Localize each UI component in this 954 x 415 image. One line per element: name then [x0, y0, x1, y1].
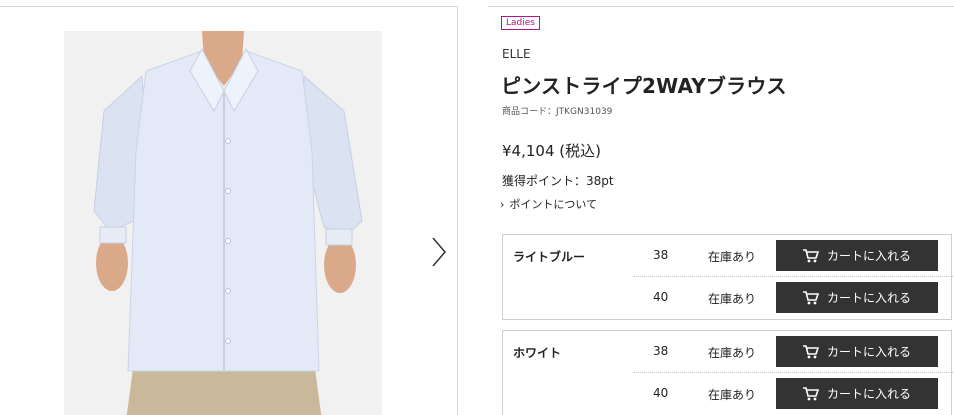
cart-icon: [802, 386, 819, 400]
add-to-cart-label: カートに入れる: [826, 387, 911, 401]
product-code: 商品コード：JTKGN31039: [502, 107, 613, 117]
product-price: ¥4,104 (税込): [502, 142, 601, 160]
points-info-label: ポイントについて: [509, 198, 598, 211]
size-label: 38: [653, 344, 669, 358]
category-badge: Ladies: [501, 16, 540, 30]
add-to-cart-button[interactable]: カートに入れる: [776, 336, 938, 367]
size-label: 38: [653, 248, 669, 262]
product-gallery: [0, 6, 458, 415]
cart-icon: [802, 248, 819, 262]
product-detail: Ladies ELLE ピンストライプ2WAYブラウス 商品コード：JTKGN3…: [488, 0, 954, 415]
add-to-cart-label: カートに入れる: [826, 249, 911, 263]
next-image-button[interactable]: [428, 235, 450, 269]
brand-name[interactable]: ELLE: [502, 47, 531, 61]
cart-icon: [802, 290, 819, 304]
divider: [488, 6, 954, 7]
chevron-right-icon: ›: [500, 197, 505, 211]
add-to-cart-label: カートに入れる: [826, 345, 911, 359]
stock-status: 在庫あり: [708, 250, 757, 264]
blouse-illustration: [64, 31, 382, 415]
variant-box-white: ホワイト 38 在庫あり カートに入れる 40 在庫あり カートに入れる: [502, 330, 953, 415]
stock-status: 在庫あり: [708, 292, 757, 306]
size-row: 38 在庫あり カートに入れる: [633, 331, 953, 373]
chevron-right-icon: [432, 237, 446, 267]
add-to-cart-button[interactable]: カートに入れる: [776, 240, 938, 271]
stock-status: 在庫あり: [708, 388, 757, 402]
size-row: 40 在庫あり カートに入れる: [633, 373, 953, 415]
add-to-cart-label: カートに入れる: [826, 291, 911, 305]
stock-status: 在庫あり: [708, 346, 757, 360]
product-title: ピンストライプ2WAYブラウス: [501, 74, 787, 98]
size-row: 38 在庫あり カートに入れる: [633, 235, 953, 277]
earned-points: 獲得ポイント：38pt: [502, 174, 614, 188]
variant-box-light-blue: ライトブルー 38 在庫あり カートに入れる 40 在庫あり カートに入れる: [502, 234, 953, 320]
size-row: 40 在庫あり カートに入れる: [633, 277, 953, 319]
size-label: 40: [653, 290, 669, 304]
add-to-cart-button[interactable]: カートに入れる: [776, 378, 938, 409]
variant-color-name: ホワイト: [513, 346, 562, 360]
cart-icon: [802, 344, 819, 358]
add-to-cart-button[interactable]: カートに入れる: [776, 282, 938, 313]
points-info-link[interactable]: › ポイントについて: [500, 196, 597, 212]
variant-color-name: ライトブルー: [513, 250, 586, 264]
product-photo[interactable]: [64, 31, 382, 415]
size-label: 40: [653, 386, 669, 400]
